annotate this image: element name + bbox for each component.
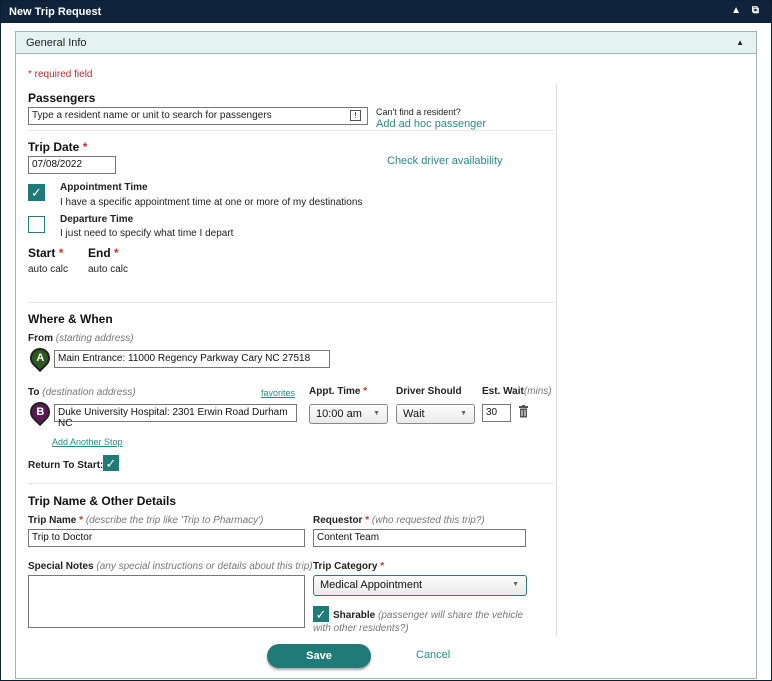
special-notes-label: Special Notes (any special instructions … [28,561,313,572]
passengers-heading: Passengers [28,91,96,105]
window-title: New Trip Request [9,6,102,18]
from-address-input[interactable]: Main Entrance: 11000 Regency Parkway Car… [54,350,330,368]
appointment-time-checkbox[interactable]: ✓ [28,184,45,201]
window-controls-icon[interactable]: ▲ ⧉ [731,5,763,16]
trip-date-label: Trip Date * [28,140,88,154]
general-info-title: General Info [26,37,87,49]
cancel-link[interactable]: Cancel [416,649,450,661]
check-driver-availability-link[interactable]: Check driver availability [387,155,503,167]
cant-find-resident-text: Can't find a resident? [376,107,461,117]
window-titlebar: New Trip Request ▲ ⧉ [1,1,771,23]
trip-date-input[interactable]: 07/08/2022 [28,156,116,174]
return-to-start-label: Return To Start: [28,460,104,471]
trip-category-label: Trip Category * [313,561,385,572]
required-note: * required field [28,69,93,80]
departure-time-desc: I just need to specify what time I depar… [60,228,234,239]
special-notes-textarea[interactable] [28,575,305,628]
driver-should-select[interactable]: Wait ▼ [396,404,475,424]
to-label: To (destination address) [28,387,136,398]
pin-b-icon: B [25,397,55,427]
departure-time-title: Departure Time [60,214,134,225]
trash-icon[interactable] [518,405,529,418]
collapse-caret-icon[interactable]: ▲ [736,38,744,47]
end-value: auto calc [88,264,129,275]
appointment-time-desc: I have a specific appointment time at on… [60,197,363,208]
divider-trip-date [28,302,554,303]
favorites-link[interactable]: favorites [261,388,295,398]
start-value: auto calc [28,264,69,275]
appt-time-label: Appt. Time * [309,386,368,397]
add-adhoc-passenger-link[interactable]: Add ad hoc passenger [376,118,486,130]
sharable-label: Sharable (passenger will share the vehic… [313,610,524,634]
requestor-label: Requestor * (who requested this trip?) [313,515,485,526]
return-to-start-checkbox[interactable]: ✓ [103,455,119,471]
details-heading: Trip Name & Other Details [28,494,177,508]
from-label: From (starting address) [28,333,134,344]
where-when-heading: Where & When [28,312,113,326]
divider-where-when [28,483,554,484]
general-info-header[interactable]: General Info ▲ [16,32,756,54]
pin-a-icon: A [25,343,55,373]
to-address-input[interactable]: Duke University Hospital: 2301 Erwin Roa… [54,404,297,429]
form-right-border [556,84,557,636]
trip-name-label: Trip Name * (describe the trip like 'Tri… [28,515,264,526]
driver-should-label: Driver Should [396,386,462,397]
requestor-input[interactable]: Content Team [313,529,526,547]
trip-category-select[interactable]: Medical Appointment ▼ [313,575,527,596]
new-trip-request-window: New Trip Request ▲ ⧉ General Info ▲ * re… [0,0,772,681]
end-label: End * [88,246,119,260]
add-another-stop-link[interactable]: Add Another Stop [52,437,123,447]
start-label: Start * [28,246,64,260]
appointment-time-title: Appointment Time [60,182,148,193]
save-button[interactable]: Save [267,644,371,668]
passenger-search-input[interactable]: Type a resident name or unit to search f… [28,107,368,125]
trip-name-input[interactable]: Trip to Doctor [28,529,305,547]
passenger-lookup-icon[interactable]: ! [350,110,361,121]
divider-passengers [28,130,554,131]
est-wait-label: Est. Wait(mins) [482,386,552,397]
general-info-panel: General Info ▲ * required field Passenge… [15,31,757,679]
appt-time-select[interactable]: 10:00 am ▼ [309,404,388,424]
est-wait-input[interactable]: 30 [482,404,511,422]
departure-time-checkbox[interactable] [28,216,45,233]
